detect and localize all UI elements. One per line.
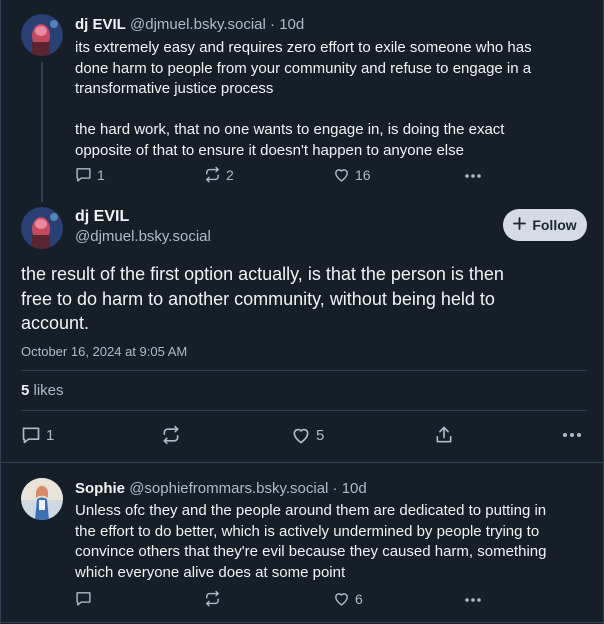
post-age[interactable]: 10d — [279, 16, 304, 33]
repost-button[interactable] — [204, 590, 221, 607]
text-line: the hard work, that no one wants to enga… — [75, 121, 505, 138]
text-line — [75, 100, 585, 121]
reply-icon — [21, 425, 41, 445]
reply-post-header: Sophie @sophiefrommars.bsky.social · 10d — [75, 480, 367, 497]
repost-icon — [204, 590, 221, 607]
thread-view: dj EVIL @djmuel.bsky.social · 10d its ex… — [0, 0, 604, 624]
likes-count: 5 — [21, 382, 30, 399]
more-icon — [463, 591, 483, 608]
share-button[interactable] — [434, 425, 454, 445]
repost-icon — [204, 166, 221, 183]
repost-button[interactable]: 2 — [204, 166, 234, 183]
more-options-button[interactable] — [561, 425, 583, 445]
text-line: account. — [21, 313, 90, 333]
text-line: which everyone alive does at some point — [75, 563, 346, 581]
text-line: Unless ofc they and the people around th… — [75, 502, 547, 519]
divider — [21, 370, 587, 371]
avatar[interactable] — [21, 478, 63, 520]
share-icon — [434, 425, 454, 445]
main-post-author: dj EVIL @djmuel.bsky.social — [75, 208, 211, 245]
avatar[interactable] — [21, 207, 63, 249]
like-button[interactable]: 16 — [333, 166, 371, 183]
author-name[interactable]: dj EVIL — [75, 16, 126, 33]
likes-label: likes — [33, 382, 64, 399]
author-handle[interactable]: @djmuel.bsky.social — [75, 228, 211, 245]
thread-connector-line — [41, 62, 43, 202]
parent-post-text: its extremely easy and requires zero eff… — [75, 38, 585, 161]
text-line: done harm to people from your community … — [75, 59, 532, 77]
reply-button[interactable] — [75, 590, 92, 607]
reply-button[interactable]: 1 — [75, 166, 105, 183]
likes-summary[interactable]: 5 likes — [21, 382, 64, 399]
like-button[interactable]: 5 — [291, 425, 324, 445]
text-line: free to do harm to another community, wi… — [21, 288, 495, 309]
post-age[interactable]: 10d — [342, 480, 367, 497]
like-count: 16 — [355, 166, 371, 183]
text-line: transformative justice process — [75, 80, 274, 97]
text-line: its extremely easy and requires zero eff… — [75, 39, 532, 56]
reply-icon — [75, 590, 92, 607]
reply-icon — [75, 166, 92, 183]
plus-icon — [513, 217, 527, 233]
text-line: the effort to do better, which is active… — [75, 522, 540, 540]
author-handle[interactable]: @sophiefrommars.bsky.social — [129, 480, 328, 497]
time-separator: · — [332, 480, 338, 497]
reply-button[interactable]: 1 — [21, 425, 54, 445]
time-separator: · — [270, 16, 276, 33]
reply-post-actions: 6 — [75, 590, 495, 610]
author-handle[interactable]: @djmuel.bsky.social — [130, 16, 266, 33]
like-icon — [333, 166, 350, 183]
avatar[interactable] — [21, 14, 63, 56]
author-name[interactable]: Sophie — [75, 480, 125, 497]
author-name[interactable]: dj EVIL — [75, 208, 211, 226]
divider — [1, 622, 604, 623]
reply-count: 1 — [97, 166, 105, 183]
parent-post-actions: 1 2 16 — [75, 166, 495, 186]
more-options-button[interactable] — [463, 167, 483, 184]
like-icon — [291, 425, 311, 445]
post-timestamp[interactable]: October 16, 2024 at 9:05 AM — [21, 344, 187, 359]
main-post-actions: 1 5 — [21, 425, 585, 447]
follow-label: Follow — [532, 217, 577, 233]
more-options-button[interactable] — [463, 591, 483, 608]
text-line: the result of the first option actually,… — [21, 264, 504, 284]
reply-count: 1 — [46, 426, 55, 444]
text-line: opposite of that to ensure it doesn't ha… — [75, 141, 464, 159]
divider — [21, 410, 587, 411]
more-icon — [463, 167, 483, 184]
repost-button[interactable] — [161, 425, 181, 445]
divider — [1, 462, 604, 463]
like-icon — [333, 590, 350, 607]
more-icon — [561, 425, 583, 445]
parent-post-header: dj EVIL @djmuel.bsky.social · 10d — [75, 16, 304, 33]
follow-button[interactable]: Follow — [503, 209, 587, 241]
reply-post-text: Unless ofc they and the people around th… — [75, 501, 590, 583]
like-button[interactable]: 6 — [333, 590, 363, 607]
repost-count: 2 — [226, 166, 234, 183]
main-post-text: the result of the first option actually,… — [21, 262, 591, 336]
text-line: convince others that they're evil becaus… — [75, 543, 547, 560]
like-count: 6 — [355, 590, 363, 607]
like-count: 5 — [316, 426, 325, 444]
repost-icon — [161, 425, 181, 445]
